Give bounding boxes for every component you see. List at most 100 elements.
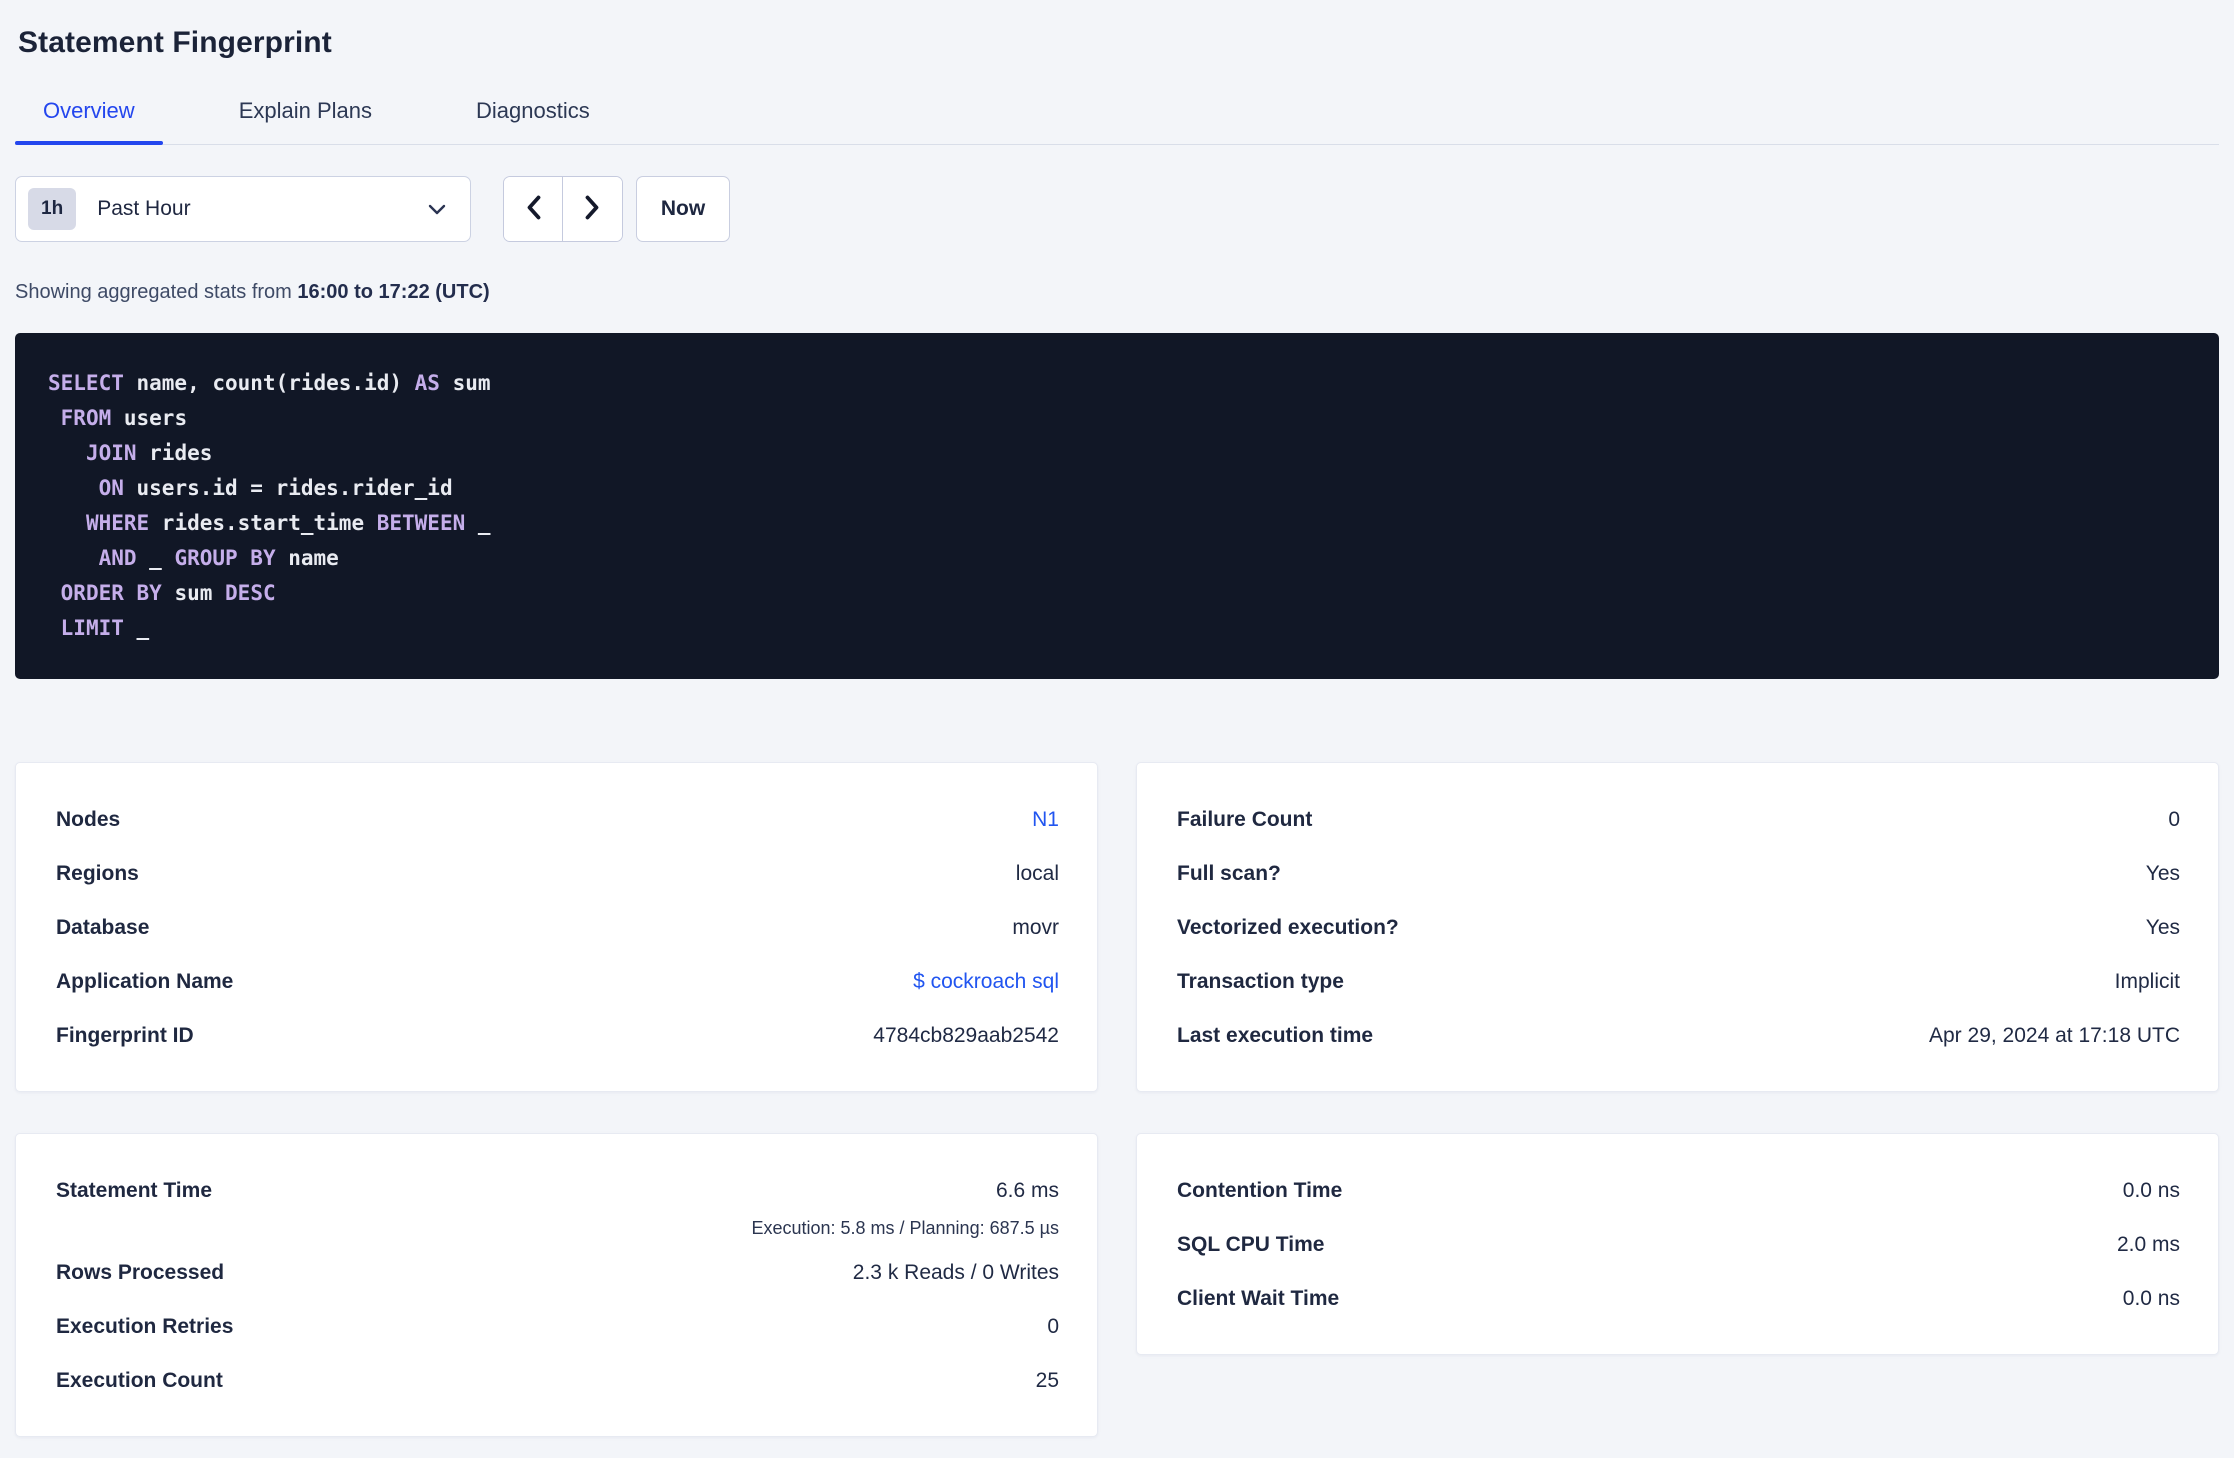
info-row: Last execution time Apr 29, 2024 at 17:18… (1177, 1009, 2180, 1063)
info-row-label: Database (56, 916, 150, 939)
info-row-label: Vectorized execution? (1177, 916, 1399, 939)
tab-overview[interactable]: Overview (15, 98, 163, 145)
info-row: Nodes N1 (56, 793, 1059, 847)
sql-text: users (111, 406, 188, 430)
info-row-value: 0 (2168, 808, 2180, 831)
time-range-picker[interactable]: 1h Past Hour (15, 176, 471, 242)
sql-text: users.id = rides.rider_id (123, 476, 453, 500)
info-row-label: Full scan? (1177, 862, 1281, 885)
info-value-link[interactable]: $ cockroach sql (913, 970, 1059, 994)
chevron-down-icon (428, 204, 446, 215)
sql-keyword: LIMIT (60, 616, 124, 640)
info-row-value: 2.0 ms (2116, 1233, 2180, 1256)
info-row: Application Name $ cockroach sql (56, 955, 1059, 1009)
info-row: Fingerprint ID 4784cb829aab2542 (56, 1009, 1059, 1063)
info-row-value: Implicit (2114, 970, 2180, 993)
info-row: Statement Time 6.6 ms Execution: 5.8 ms / … (56, 1164, 1059, 1238)
info-row-value: local (1015, 862, 1059, 885)
sql-line: WHERE rides.start_time BETWEEN _ (48, 506, 2186, 541)
sql-text: rides (136, 441, 213, 465)
info-row: Failure Count 0 (1177, 793, 2180, 847)
statement-stats-card: Statement Time 6.6 ms Execution: 5.8 ms / … (15, 1133, 1098, 1437)
sql-text: _ (136, 546, 175, 570)
info-row-value: 0.0 ns (2122, 1179, 2180, 1202)
tab-diagnostics[interactable]: Diagnostics (448, 98, 618, 144)
sql-text: name, count(rides.id) (123, 371, 415, 395)
sql-keyword: JOIN (85, 441, 137, 465)
info-row: Vectorized execution? Yes (1177, 901, 2180, 955)
time-range-label: Past Hour (97, 197, 191, 220)
info-row-label: Fingerprint ID (56, 1024, 194, 1047)
sql-text: rides.start_time (149, 511, 377, 535)
cards-grid: Nodes N1 Regions local Database movr Applicati… (15, 762, 2219, 1437)
info-row: Full scan? Yes (1177, 847, 2180, 901)
sql-keyword: BETWEEN (376, 511, 466, 535)
sql-keyword: GROUP BY (174, 546, 276, 570)
info-row: Rows Processed 2.3 k Reads / 0 Writes (56, 1246, 1059, 1300)
info-row-label: Nodes (56, 808, 121, 831)
sql-keyword: FROM (60, 406, 112, 430)
info-row-label: Failure Count (1177, 808, 1313, 831)
sql-keyword: DESC (225, 581, 276, 605)
info-row-label: Last execution time (1177, 1024, 1374, 1047)
sql-text: _ (465, 511, 491, 535)
chevron-left-icon (525, 194, 542, 224)
info-row: Client Wait Time 0.0 ns (1177, 1272, 2180, 1326)
sql-keyword: WHERE (85, 511, 150, 535)
info-row-value: 4784cb829aab2542 (873, 1024, 1059, 1047)
info-row-label: Rows Processed (56, 1261, 225, 1284)
info-row-value: Apr 29, 2024 at 17:18 UTC (1929, 1024, 2180, 1047)
info-row-label: Execution Count (56, 1369, 223, 1392)
info-row-label: Transaction type (1177, 970, 1344, 993)
info-row-label: Execution Retries (56, 1315, 234, 1338)
stats-line-range: 16:00 to 17:22 (UTC) (297, 281, 490, 303)
execution-attributes-card: Failure Count 0 Full scan? Yes Vectorized ex… (1136, 762, 2219, 1092)
info-row-label: Client Wait Time (1177, 1287, 1340, 1310)
sql-line: AND _ GROUP BY name (48, 541, 2186, 576)
sql-line: SELECT name, count(rides.id) AS sum (48, 366, 2186, 401)
sql-keyword: SELECT (48, 371, 124, 395)
info-row-value: Yes (2145, 862, 2180, 885)
sql-line: FROM users (48, 401, 2186, 436)
sql-keyword: AND (98, 546, 137, 570)
info-row-value-block: 6.6 ms Execution: 5.8 ms / Planning: 687.… (751, 1164, 1059, 1238)
info-row-label: Statement Time (56, 1179, 212, 1202)
tab-bar: Overview Explain Plans Diagnostics (15, 98, 2219, 145)
next-time-button[interactable] (563, 177, 622, 241)
info-row-label: SQL CPU Time (1177, 1233, 1325, 1256)
sql-line: JOIN rides (48, 436, 2186, 471)
page-title: Statement Fingerprint (18, 26, 332, 59)
info-row-label: Regions (56, 862, 139, 885)
info-row-value: Yes (2145, 916, 2180, 939)
info-row: Execution Retries 0 (56, 1300, 1059, 1354)
sql-keyword: ORDER BY (60, 581, 162, 605)
info-row: SQL CPU Time 2.0 ms (1177, 1218, 2180, 1272)
tab-explain-plans[interactable]: Explain Plans (211, 98, 400, 144)
time-controls: 1h Past Hour Now (15, 176, 2219, 242)
sql-keyword: ON (98, 476, 124, 500)
sql-text: _ (123, 616, 150, 640)
info-row-subvalue: Execution: 5.8 ms / Planning: 687.5 µs (751, 1218, 1059, 1238)
chevron-right-icon (584, 194, 601, 224)
time-step-button-group (503, 176, 623, 242)
time-range-badge: 1h (28, 188, 77, 230)
info-row-label: Application Name (56, 970, 234, 993)
sql-text: sum (161, 581, 226, 605)
sql-line: ORDER BY sum DESC (48, 576, 2186, 611)
statement-details-card: Nodes N1 Regions local Database movr Applicati… (15, 762, 1098, 1092)
now-button[interactable]: Now (636, 176, 730, 242)
prev-time-button[interactable] (504, 177, 563, 241)
info-row-label: Contention Time (1177, 1179, 1343, 1202)
info-row-value: 0.0 ns (2122, 1287, 2180, 1310)
info-value-link[interactable]: N1 (1032, 808, 1059, 832)
info-row-value: 6.6 ms (995, 1179, 1059, 1202)
info-row-value: movr (1012, 916, 1059, 939)
stats-line-prefix: Showing aggregated stats from (15, 281, 292, 303)
sql-statement-box: SELECT name, count(rides.id) AS sum FROM… (15, 333, 2219, 679)
